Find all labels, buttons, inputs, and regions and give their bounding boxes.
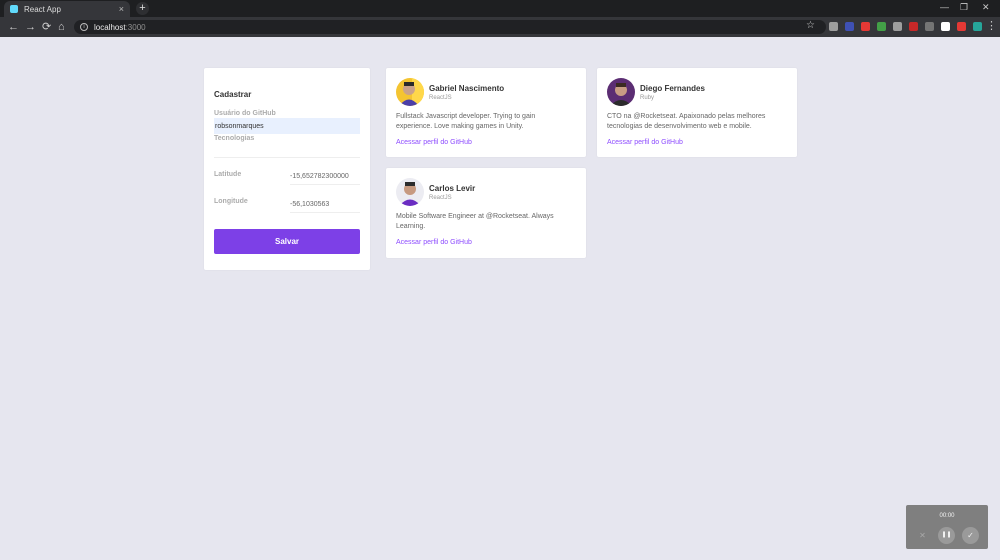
browser-toolbar: ← → ⟳ ⌂ i localhost:3000 ☆ ⋮ — [0, 17, 1000, 37]
longitude-input[interactable]: -56,1030563 — [290, 197, 360, 213]
github-profile-link[interactable]: Acessar perfil do GitHub — [396, 239, 576, 246]
github-profile-link[interactable]: Acessar perfil do GitHub — [607, 139, 787, 146]
pause-icon[interactable]: ❚❚ — [938, 527, 955, 544]
reload-icon[interactable]: ⟳ — [42, 20, 51, 34]
browser-menu-icon[interactable]: ⋮ — [986, 19, 997, 32]
extension-icon[interactable] — [829, 22, 838, 31]
extension-icon[interactable] — [925, 22, 934, 31]
dev-bio: CTO na @Rocketseat. Apaixonado pelas mel… — [607, 113, 766, 130]
save-button[interactable]: Salvar — [214, 229, 360, 254]
extension-icon[interactable] — [845, 22, 854, 31]
dev-bio: Fullstack Javascript developer. Trying t… — [396, 113, 536, 130]
register-form: Cadastrar Usuário do GitHub robsonmarque… — [204, 68, 370, 270]
address-bar[interactable]: i localhost:3000 — [74, 20, 826, 34]
site-info-icon[interactable]: i — [80, 23, 88, 31]
avatar — [607, 78, 635, 106]
tab-close-icon[interactable]: × — [119, 4, 124, 14]
done-icon[interactable]: ✓ — [962, 527, 979, 544]
dev-techs: Ruby — [640, 94, 655, 101]
dev-card: Diego Fernandes Ruby CTO na @Rocketseat.… — [597, 68, 797, 157]
github-username-label: Usuário do GitHub — [214, 110, 276, 117]
avatar — [396, 178, 424, 206]
dev-name: Gabriel Nascimento — [429, 83, 505, 93]
latitude-label: Latitude — [214, 171, 242, 178]
dev-card: Carlos Levir ReactJS Mobile Software Eng… — [386, 168, 586, 258]
url-port: :3000 — [125, 22, 146, 32]
dev-techs: ReactJS — [429, 194, 452, 201]
dev-info: Gabriel Nascimento ReactJS — [429, 84, 504, 101]
github-username-input[interactable]: robsonmarques — [214, 118, 360, 134]
bookmark-star-icon[interactable]: ☆ — [806, 20, 815, 31]
extension-icon[interactable] — [941, 22, 950, 31]
extension-icon[interactable] — [893, 22, 902, 31]
extension-icon[interactable] — [861, 22, 870, 31]
extension-icon[interactable] — [957, 22, 966, 31]
techs-label: Tecnologias — [214, 135, 255, 142]
extension-icon[interactable] — [877, 22, 886, 31]
dev-info: Diego Fernandes Ruby — [640, 84, 705, 101]
dev-header: Diego Fernandes Ruby — [607, 78, 787, 106]
back-icon[interactable]: ← — [8, 20, 19, 34]
dev-header: Gabriel Nascimento ReactJS — [396, 78, 576, 106]
dev-name: Diego Fernandes — [640, 83, 705, 93]
form-title: Cadastrar — [214, 90, 252, 99]
dev-techs: ReactJS — [429, 94, 452, 101]
avatar — [396, 78, 424, 106]
react-favicon-icon — [10, 5, 18, 13]
close-window-icon[interactable]: ✕ — [982, 2, 990, 13]
dev-header: Carlos Levir ReactJS — [396, 178, 576, 206]
longitude-label: Longitude — [214, 198, 248, 205]
dev-info: Carlos Levir ReactJS — [429, 184, 475, 201]
new-tab-button[interactable]: + — [136, 2, 149, 15]
recording-timer: 00:00 — [939, 513, 955, 519]
extension-icon[interactable] — [973, 22, 982, 31]
browser-titlebar: React App × + — ❐ ✕ — [0, 0, 1000, 17]
browser-tab[interactable]: React App × — [4, 1, 130, 17]
screen-recorder-widget: 00:00 ✕ ❚❚ ✓ — [906, 505, 988, 549]
latitude-input[interactable]: -15,652782300000 — [290, 169, 360, 185]
extension-icon[interactable] — [909, 22, 918, 31]
cancel-recording-icon[interactable]: ✕ — [914, 527, 931, 544]
dev-card: Gabriel Nascimento ReactJS Fullstack Jav… — [386, 68, 586, 157]
home-icon[interactable]: ⌂ — [58, 20, 65, 34]
forward-icon[interactable]: → — [25, 20, 36, 34]
techs-input[interactable] — [214, 142, 360, 158]
dev-name: Carlos Levir — [429, 183, 476, 193]
github-profile-link[interactable]: Acessar perfil do GitHub — [396, 139, 576, 146]
tab-title: React App — [24, 4, 61, 14]
dev-bio: Mobile Software Engineer at @Rocketseat.… — [396, 213, 554, 230]
minimize-icon[interactable]: — — [940, 2, 949, 12]
maximize-icon[interactable]: ❐ — [960, 2, 968, 13]
url-host: localhost — [94, 22, 126, 32]
